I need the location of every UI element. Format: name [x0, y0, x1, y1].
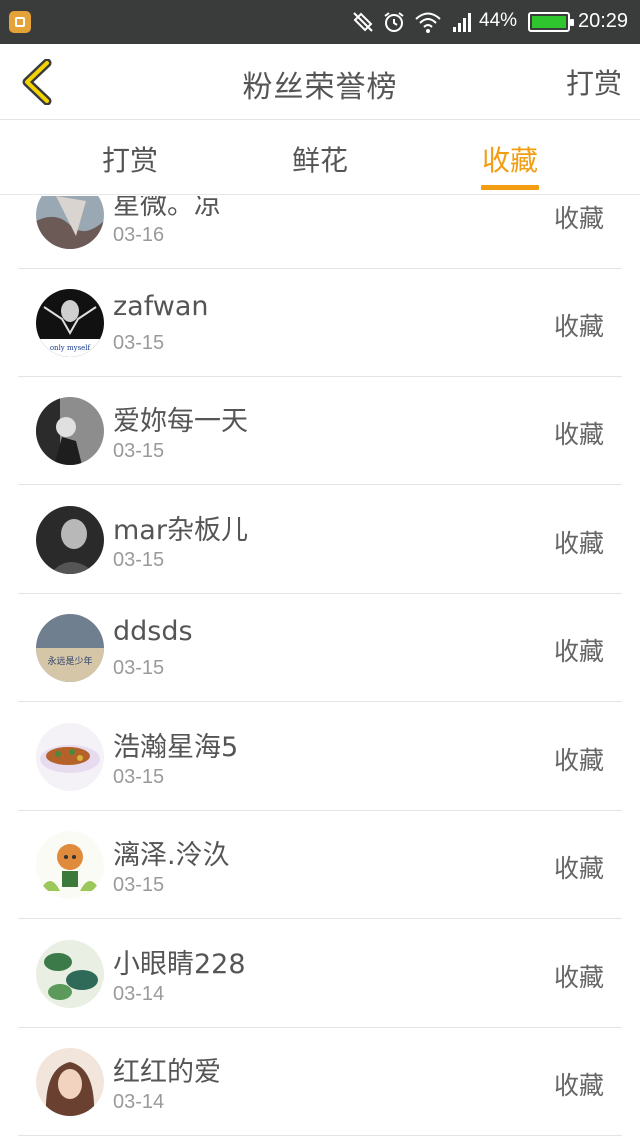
wifi-icon	[413, 8, 443, 36]
user-name: ddsds	[113, 616, 193, 647]
avatar-caption: 永远是少年	[47, 655, 92, 667]
date: 03-15	[113, 657, 165, 679]
signal-icon	[450, 8, 474, 36]
user-name: 漓泽.泠汣	[113, 840, 230, 871]
alarm-icon	[381, 8, 407, 36]
date: 03-16	[113, 224, 165, 246]
header-bar: 粉丝荣誉榜 打赏	[0, 44, 640, 120]
list-item[interactable]: 红红的爱 03-14 收藏	[18, 1028, 622, 1136]
list-item[interactable]: 漓泽.泠汣 03-15 收藏	[18, 811, 622, 919]
avatar	[36, 196, 104, 249]
clock: 20:29	[578, 10, 629, 32]
date: 03-15	[113, 332, 165, 354]
tip-link[interactable]: 打赏	[566, 62, 622, 102]
list-item[interactable]: 永远是少年 ddsds 03-15 收藏	[18, 594, 622, 702]
battery-icon	[528, 12, 574, 32]
date: 03-15	[113, 549, 165, 571]
avatar: only myself	[36, 289, 104, 357]
date: 03-14	[113, 1091, 165, 1113]
action-label: 收藏	[553, 204, 604, 233]
rotation-lock-icon	[350, 8, 376, 36]
list-item[interactable]: only myself zafwan 03-15 收藏	[18, 269, 622, 377]
status-bar: 44% 20:29	[0, 0, 640, 44]
action-label: 收藏	[553, 963, 604, 992]
active-tab-indicator	[481, 185, 539, 190]
avatar	[36, 723, 104, 791]
list-item[interactable]: mar杂板儿 03-15 收藏	[18, 486, 622, 594]
user-name: mar杂板儿	[113, 515, 248, 546]
avatar-caption: only myself	[50, 344, 92, 352]
list-item[interactable]: 爱妳每一天 03-15 收藏	[18, 377, 622, 485]
user-name: 爱妳每一天	[113, 406, 248, 437]
tab-favorites[interactable]: 收藏	[450, 139, 570, 179]
tab-tip[interactable]: 打赏	[70, 139, 190, 179]
user-name: 小眼睛228	[113, 949, 246, 980]
user-name: 浩瀚星海5	[113, 732, 239, 763]
avatar	[36, 940, 104, 1008]
list-item[interactable]: 星微。凉 03-16 收藏	[18, 196, 622, 269]
page-title: 粉丝荣誉榜	[242, 70, 398, 105]
action-label: 收藏	[553, 1071, 604, 1100]
action-label: 收藏	[553, 854, 604, 883]
user-name: zafwan	[113, 291, 209, 322]
date: 03-15	[113, 874, 165, 896]
battery-percent: 44%	[479, 10, 518, 31]
avatar: 永远是少年	[36, 614, 104, 682]
avatar	[36, 506, 104, 574]
tab-flowers[interactable]: 鲜花	[260, 139, 380, 179]
action-label: 收藏	[553, 312, 604, 341]
date: 03-14	[113, 983, 165, 1005]
user-name: 星微。凉	[113, 196, 221, 221]
avatar	[36, 1048, 104, 1116]
action-label: 收藏	[553, 529, 604, 558]
list-item[interactable]: 浩瀚星海5 03-15 收藏	[18, 703, 622, 811]
app-notification-icon	[9, 11, 31, 33]
date: 03-15	[113, 440, 165, 462]
fan-list: 星微。凉 03-16 收藏 only myself zafwan 03-15 收…	[0, 196, 640, 1138]
list-item[interactable]: 小眼睛228 03-14 收藏	[18, 920, 622, 1028]
action-label: 收藏	[553, 746, 604, 775]
date: 03-15	[113, 766, 165, 788]
tab-bar: 打赏 鲜花 收藏	[0, 121, 640, 195]
action-label: 收藏	[553, 637, 604, 666]
user-name: 红红的爱	[113, 1057, 221, 1088]
avatar	[36, 397, 104, 465]
avatar	[36, 831, 104, 899]
action-label: 收藏	[553, 420, 604, 449]
